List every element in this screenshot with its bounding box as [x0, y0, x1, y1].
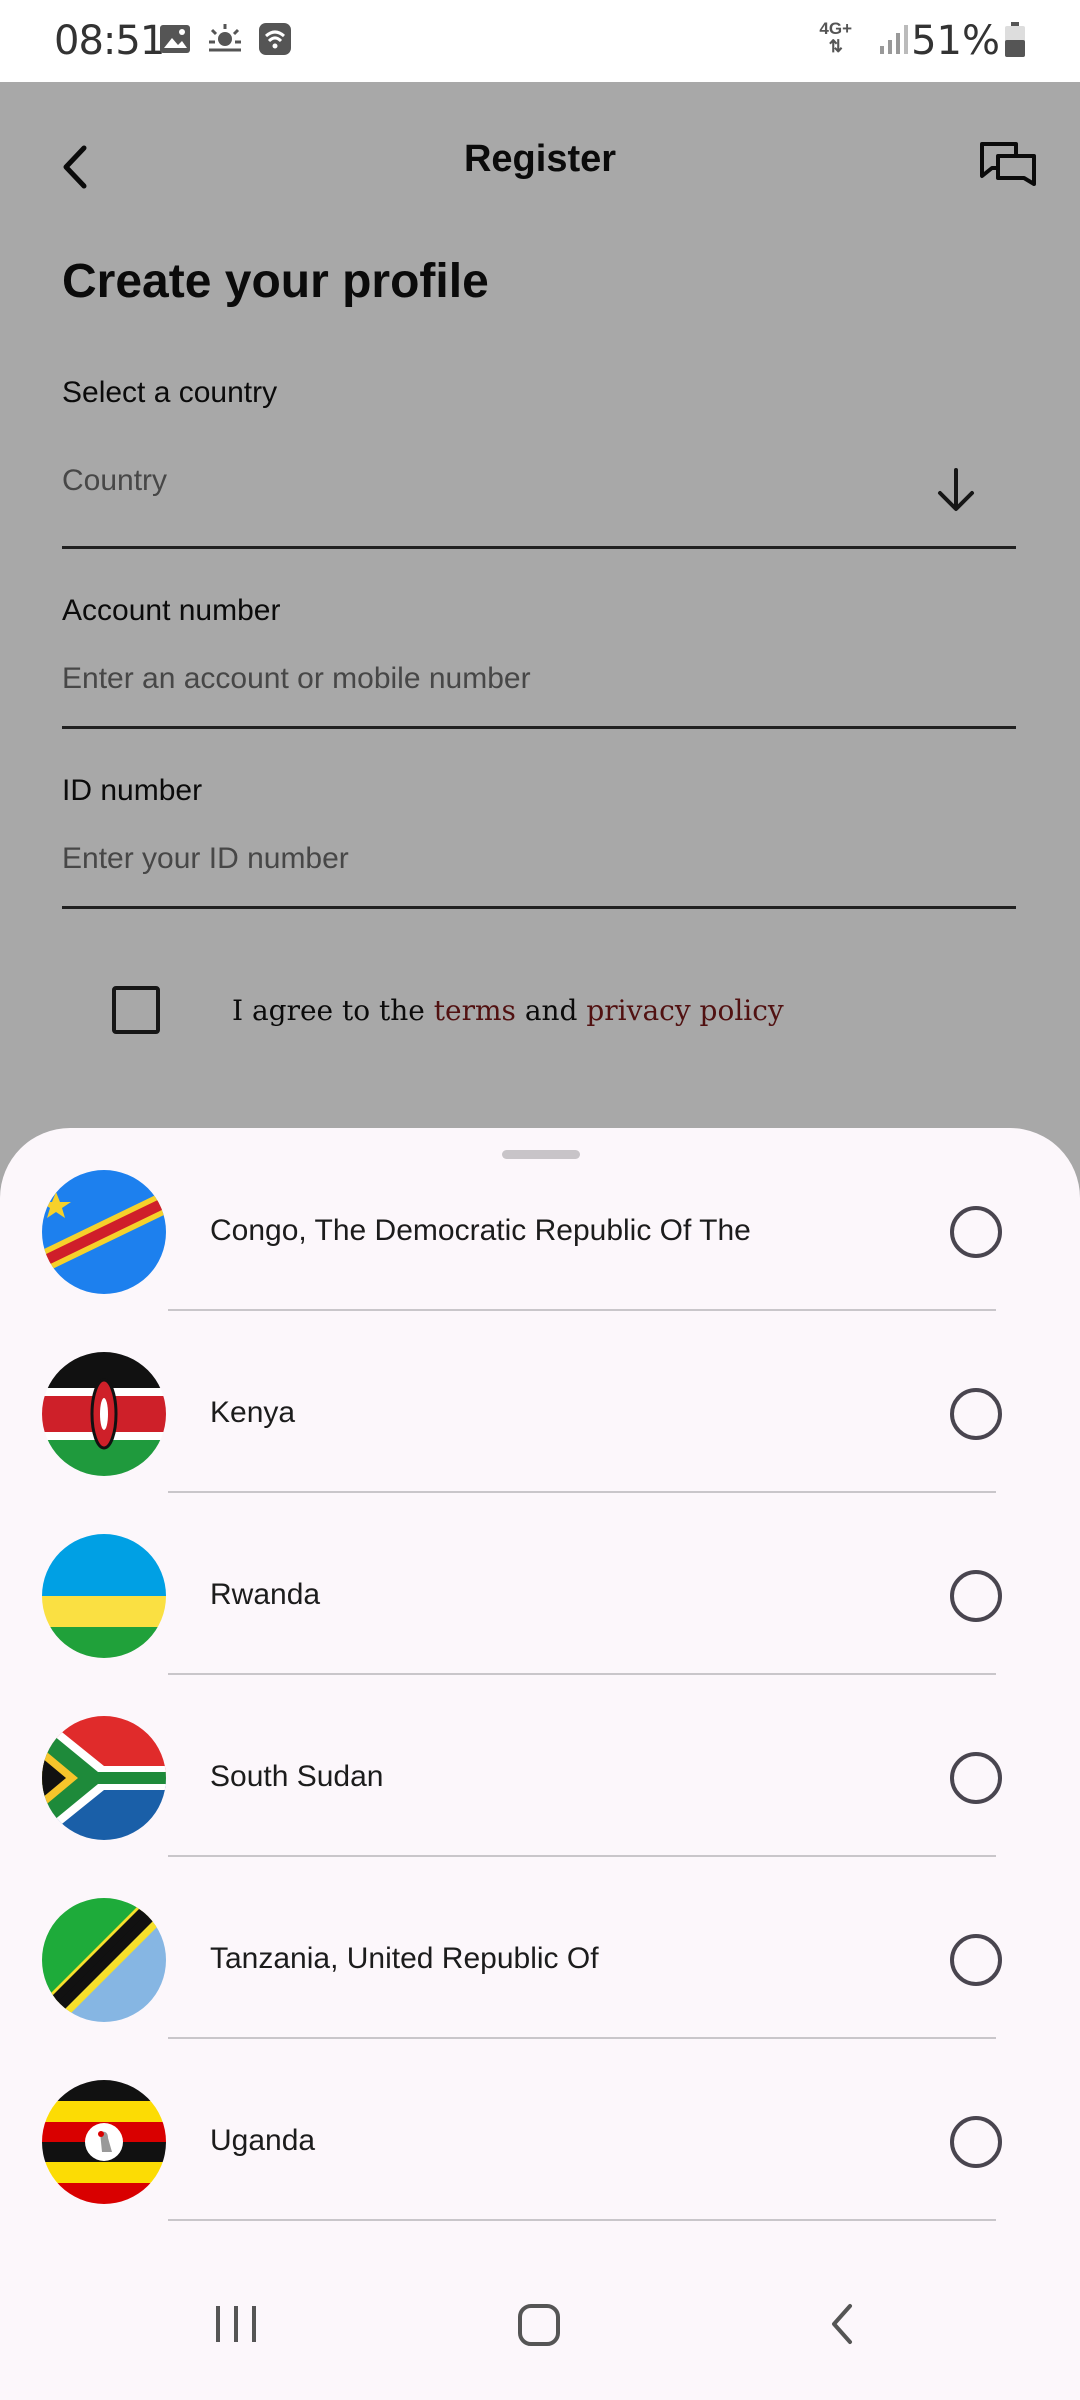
country-option-rwanda[interactable]: Rwanda	[0, 1492, 1080, 1675]
country-radio[interactable]	[950, 1570, 1002, 1622]
gallery-icon	[158, 22, 192, 61]
rwanda-flag-icon	[42, 1534, 166, 1658]
uganda-flag-icon	[42, 2080, 166, 2204]
country-name: Rwanda	[210, 1578, 321, 1611]
status-time: 08:51	[54, 18, 165, 64]
back-icon[interactable]	[822, 2296, 862, 2352]
country-radio[interactable]	[950, 1752, 1002, 1804]
battery-percentage: 51%	[911, 18, 1000, 64]
country-option-kenya[interactable]: Kenya	[0, 1310, 1080, 1493]
network-type: 4G+ ⇅	[819, 19, 852, 56]
country-name: Uganda	[210, 2124, 316, 2157]
kenya-flag-icon	[42, 1352, 166, 1476]
home-icon[interactable]	[514, 2296, 566, 2352]
battery-icon	[1004, 22, 1026, 63]
system-nav-bar	[0, 2250, 1080, 2400]
country-bottom-sheet: Congo, The Democratic Republic Of The Ke…	[0, 1128, 1080, 2400]
country-name: Kenya	[210, 1396, 296, 1429]
country-radio[interactable]	[950, 1206, 1002, 1258]
country-radio[interactable]	[950, 2116, 1002, 2168]
tanzania-flag-icon	[42, 1898, 166, 2022]
south-africa-style-flag-icon	[42, 1716, 166, 1840]
country-option-tanzania[interactable]: Tanzania, United Republic Of	[0, 1856, 1080, 2039]
recents-icon[interactable]	[214, 2296, 258, 2352]
country-option-uganda[interactable]: Uganda	[0, 2038, 1080, 2221]
weather-icon	[206, 22, 244, 61]
drc-flag-icon	[42, 1170, 166, 1294]
status-bar: 08:51 4G+ ⇅ 51%	[0, 0, 1080, 82]
country-name: South Sudan	[210, 1760, 384, 1793]
row-divider	[168, 2219, 996, 2221]
country-option-south-sudan[interactable]: South Sudan	[0, 1674, 1080, 1857]
country-option-drc[interactable]: Congo, The Democratic Republic Of The	[0, 1128, 1080, 1311]
country-radio[interactable]	[950, 1934, 1002, 1986]
country-radio[interactable]	[950, 1388, 1002, 1440]
wifi-calling-icon	[258, 22, 292, 61]
country-name: Tanzania, United Republic Of	[210, 1942, 599, 1975]
signal-icon	[878, 22, 912, 61]
country-name: Congo, The Democratic Republic Of The	[210, 1214, 751, 1247]
